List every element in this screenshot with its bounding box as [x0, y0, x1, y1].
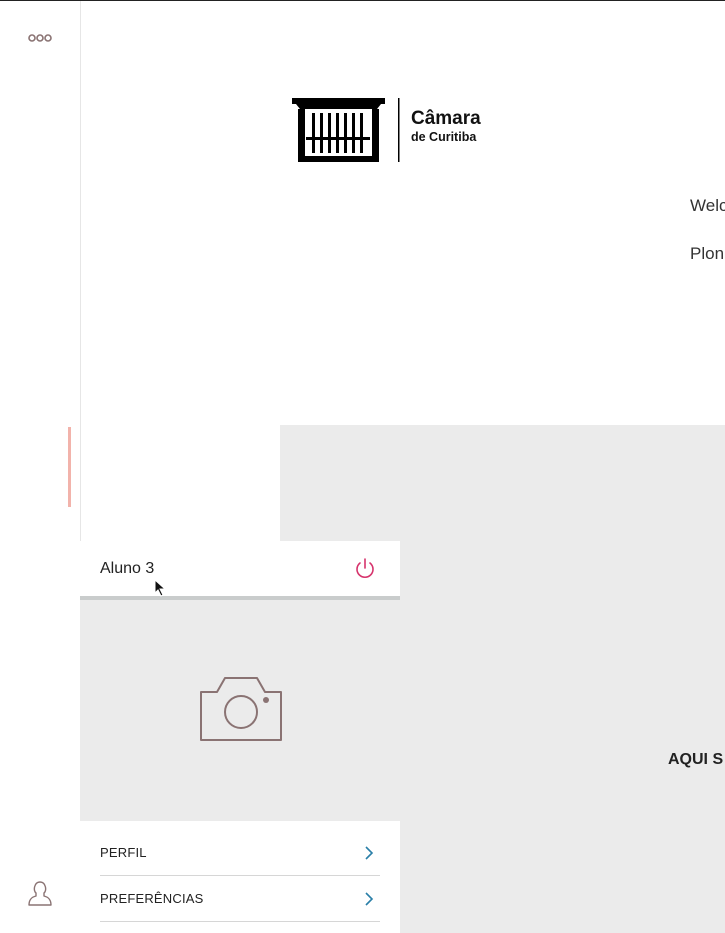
logo-name: Câmara [411, 108, 481, 129]
power-icon[interactable] [354, 557, 376, 581]
chevron-right-icon [365, 892, 374, 906]
user-panel-header: Aluno 3 [80, 541, 400, 600]
menu-item-perfil[interactable]: PERFIL [100, 831, 380, 876]
more-dots-icon[interactable] [28, 34, 52, 42]
user-panel: Aluno 3 PERFIL PREFERÊNCIAS [80, 541, 400, 933]
sidebar-active-indicator [68, 427, 71, 507]
menu-item-preferencias[interactable]: PREFERÊNCIAS [100, 877, 380, 922]
sidebar [0, 1, 81, 933]
user-icon[interactable] [27, 879, 53, 907]
username: Aluno 3 [100, 560, 155, 577]
logo-subtitle: de Curitiba [411, 130, 477, 144]
menu-item-label: PREFERÊNCIAS [100, 891, 204, 906]
camera-icon[interactable] [199, 674, 283, 742]
profile-photo-area [80, 600, 400, 821]
welcome-text: Welc [690, 196, 725, 215]
plone-text: Plon [690, 244, 725, 263]
top-border [0, 0, 725, 1]
chevron-right-icon [365, 846, 374, 860]
main-placeholder-text: AQUI S [668, 751, 724, 768]
menu-item-label: PERFIL [100, 845, 147, 860]
mouse-cursor-icon [154, 579, 167, 597]
